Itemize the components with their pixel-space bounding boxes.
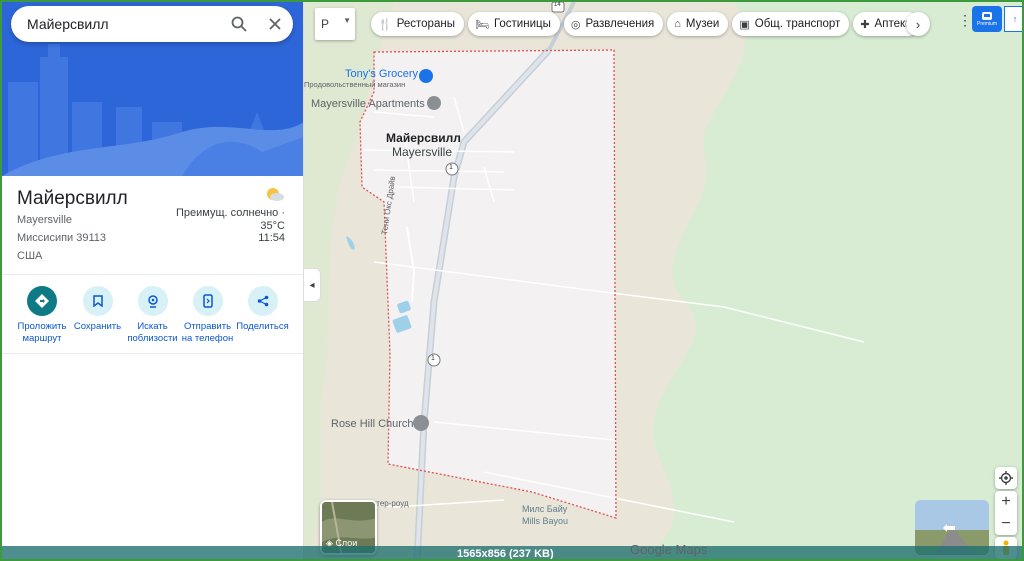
hotel-icon: 🛏 (474, 18, 489, 31)
premium-icon (982, 12, 992, 20)
bayou-label-en: Mills Bayou (522, 516, 569, 526)
chip-label: Рестораны (396, 18, 455, 30)
museum-icon: ⌂ (674, 18, 681, 30)
chip-transit[interactable]: ▣ Общ. транспорт (732, 12, 850, 36)
chip-restaurants[interactable]: 🍴 Рестораны (371, 12, 464, 36)
send-to-phone-icon (192, 286, 223, 316)
zoom-out-button[interactable]: − (1001, 513, 1010, 535)
chip-label: Гостиницы (493, 18, 551, 30)
zoom-controls: + − (995, 491, 1017, 535)
weather-temperature: 35°C (260, 219, 285, 232)
map-canvas[interactable]: Tony's Grocery Продовольственный магазин… (304, 2, 1022, 559)
collapse-panel-button[interactable]: ◂ (304, 268, 321, 302)
weather-info: Преимущ. солнечно · 35°C 11:54 (176, 207, 285, 245)
bayou-label-ru: Милс Байу (522, 504, 568, 514)
google-maps-logo: Google Maps (630, 542, 708, 557)
weather-sun-icon (263, 185, 285, 203)
city-label-en: Mayersville (392, 145, 453, 159)
map-base (304, 2, 1022, 559)
chevron-left-icon: ◂ (309, 279, 315, 291)
map-type-label: Р (321, 17, 330, 31)
poi-grocery-type: Продовольственный магазин (304, 80, 406, 89)
search-box[interactable]: Майерсвилл (11, 6, 293, 42)
place-title: Майерсвилл (17, 188, 128, 209)
chip-label: Общ. транспорт (754, 18, 841, 30)
chip-label: Музеи (685, 18, 720, 30)
close-icon[interactable] (257, 6, 293, 42)
zoom-in-button[interactable]: + (1001, 491, 1010, 513)
my-location-button[interactable] (995, 467, 1017, 489)
action-buttons: Проложить маршрут Сохранить Искать побли… (2, 286, 303, 345)
chip-museums[interactable]: ⌂ Музеи (667, 12, 729, 36)
nearby-label: Искать поблизости (127, 321, 178, 344)
poi-church[interactable]: Rose Hill Church (331, 418, 414, 430)
address-line-2: Миссисипи 39113 (17, 232, 107, 244)
chevron-right-icon: › (915, 16, 921, 32)
route-1-south: 1 (431, 355, 435, 362)
save-label: Сохранить (73, 321, 122, 332)
bookmark-icon (82, 286, 113, 316)
route-14: 14 (554, 2, 561, 8)
search-input[interactable]: Майерсвилл (27, 16, 221, 32)
premium-badge[interactable]: Premium (972, 6, 1002, 32)
camera-icon: ◎ (570, 18, 581, 31)
nearby-icon (137, 286, 168, 316)
nearby-button[interactable]: Искать поблизости (125, 286, 180, 345)
directions-button[interactable]: Проложить маршрут (14, 286, 70, 345)
image-size-status: 1565x856 (237 KB) (457, 548, 554, 560)
send-to-phone-button[interactable]: Отправить на телефон (180, 286, 235, 345)
directions-icon (27, 286, 57, 316)
road-label-bottom: ртер-роуд (372, 499, 409, 508)
caret-down-icon: ▼ (343, 16, 351, 25)
status-bar: 1565x856 (237 KB) (2, 546, 1022, 560)
weather-condition: Преимущ. солнечно · (175, 207, 285, 219)
save-button[interactable]: Сохранить (70, 286, 125, 345)
category-chips: 🍴 Рестораны 🛏 Гостиницы ◎ Развлечения ⌂ Музе… (371, 12, 921, 36)
address-line-3: США (17, 250, 43, 262)
poi-grocery-name[interactable]: Tony's Grocery (345, 68, 418, 80)
divider (2, 353, 303, 354)
address-line-1: Mayersville (17, 214, 73, 226)
city-label-ru: Майерсвилл (386, 131, 461, 145)
route-1-north: 1 (449, 164, 453, 171)
app-window: Tony's Grocery Продовольственный магазин… (0, 0, 1024, 561)
share-icon (247, 286, 278, 316)
divider (2, 274, 303, 275)
location-target-icon (999, 471, 1013, 485)
pharmacy-icon: ✚ (860, 18, 870, 31)
chips-next-button[interactable]: › (906, 12, 930, 36)
premium-label: Premium (976, 21, 997, 27)
restaurant-icon: 🍴 (378, 18, 392, 31)
arrow-up-icon[interactable]: ↑ (1004, 6, 1022, 32)
share-button[interactable]: Поделиться (235, 286, 290, 345)
chip-label: Развлечения (585, 18, 655, 30)
map-type-selector[interactable]: Р ▼ (315, 8, 355, 40)
place-panel: Майерсвилл Майерсвилл Mayersville Миссис… (2, 2, 304, 559)
chip-entertainment[interactable]: ◎ Развлечения (563, 12, 664, 36)
directions-label: Проложить маршрут (17, 321, 67, 344)
transit-icon: ▣ (739, 18, 750, 31)
poi-apartments[interactable]: Mayersville Apartments (311, 98, 425, 110)
weather-time: 11:54 (258, 232, 285, 244)
search-icon[interactable] (221, 6, 257, 42)
share-label: Поделиться (236, 321, 289, 332)
send-to-phone-label: Отправить на телефон (181, 321, 234, 344)
chip-hotels[interactable]: 🛏 Гостиницы (467, 12, 560, 36)
